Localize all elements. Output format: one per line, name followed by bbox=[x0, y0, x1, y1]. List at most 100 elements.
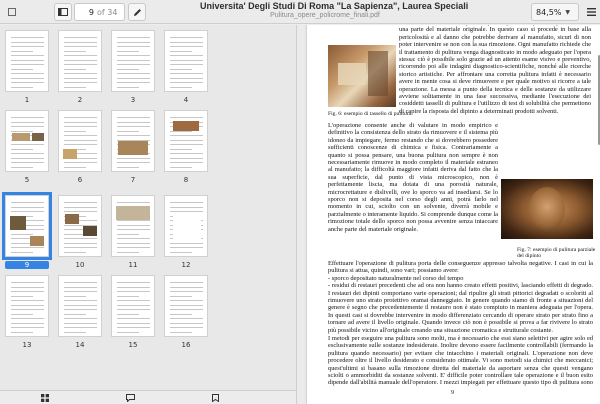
thumbnail-text-line bbox=[117, 309, 150, 310]
thumbnail-image bbox=[30, 236, 44, 246]
thumbnails-button[interactable] bbox=[35, 392, 55, 403]
thumbnail-label-11: 11 bbox=[128, 261, 138, 269]
thumbnail-text-line bbox=[64, 41, 97, 43]
thumbnail-text-line bbox=[170, 247, 203, 248]
page-thumbnail-14[interactable] bbox=[58, 275, 102, 337]
thumbnail-text-line bbox=[11, 313, 33, 315]
sidebar-toggle-button[interactable] bbox=[54, 3, 72, 21]
thumbnail-text-line bbox=[170, 291, 203, 292]
thumbnail-text-line bbox=[64, 295, 86, 297]
menu-button[interactable] bbox=[584, 3, 598, 21]
page-thumbnail-4[interactable] bbox=[164, 30, 208, 92]
thumbnail-text-line bbox=[170, 68, 192, 70]
thumbnail-text-line bbox=[170, 144, 203, 145]
thumbnail-text-line bbox=[117, 130, 139, 132]
thumbnail-text-line bbox=[170, 295, 192, 297]
thumbnail-text-line bbox=[117, 117, 150, 118]
thumbnail-text-line bbox=[117, 46, 150, 47]
annotate-button[interactable] bbox=[128, 3, 146, 21]
page-thumbnail-1[interactable] bbox=[5, 30, 49, 92]
cleaned-patch bbox=[338, 63, 366, 85]
thumbnail-text-line bbox=[170, 82, 203, 83]
thumbnail-text-line bbox=[11, 157, 44, 159]
header-bar: 9 of 34 Universita' Degli Studi Di Roma … bbox=[0, 0, 600, 24]
bookmarks-button[interactable] bbox=[205, 392, 225, 403]
thumbnail-text-line bbox=[117, 59, 150, 61]
thumbnail-label-12: 12 bbox=[181, 261, 191, 269]
thumbnail-label-3: 3 bbox=[130, 96, 136, 104]
menu-icon bbox=[586, 8, 596, 16]
page-thumbnail-15[interactable] bbox=[111, 275, 155, 337]
current-page-value[interactable]: 9 bbox=[75, 8, 97, 17]
zoom-value: 84,5% bbox=[536, 7, 562, 17]
thumbnail-text-line bbox=[117, 64, 150, 65]
thumbnail-text-line bbox=[64, 331, 86, 333]
thumbnail-text-line bbox=[117, 166, 139, 168]
cleaning-test-photo bbox=[328, 45, 396, 107]
thumbnail-text-line bbox=[64, 322, 97, 324]
thumbnail-text-line bbox=[117, 41, 150, 43]
sidebar-bottom-bar bbox=[0, 390, 296, 404]
thumbnail-text-line bbox=[117, 331, 139, 333]
thumbnail-text-line bbox=[170, 242, 203, 244]
thumbnail-text-line bbox=[170, 202, 203, 203]
thumbnail-text-line bbox=[170, 73, 203, 74]
thumbnail-image bbox=[12, 133, 30, 141]
page-thumbnail-2[interactable] bbox=[58, 30, 102, 92]
thumbnail-text-line bbox=[170, 157, 203, 159]
document-view[interactable]: alterazione il discorso è più complesso … bbox=[297, 25, 600, 404]
thumbnail-text-line bbox=[11, 327, 44, 328]
thumbnail-text-line bbox=[170, 318, 203, 319]
body-paragraph-4: I metodi per eseguire una pulitura sono … bbox=[328, 335, 593, 387]
thumbnail-text-line bbox=[64, 291, 97, 292]
thumbnail-text-line bbox=[117, 300, 150, 301]
thumbnail-text-line bbox=[64, 313, 86, 315]
thumbnail-text-line bbox=[170, 331, 192, 333]
page-thumbnail-7[interactable] bbox=[111, 110, 155, 172]
zoom-dropdown[interactable]: 84,5% ▼ bbox=[531, 3, 579, 21]
sidebar-toggle-icon bbox=[58, 8, 68, 16]
thumbnail-text-line bbox=[117, 291, 150, 292]
thumbnail-text-line bbox=[117, 162, 150, 163]
annotations-button[interactable] bbox=[120, 392, 140, 403]
thumbnail-text-line bbox=[117, 304, 150, 306]
thumbnail-text-line bbox=[11, 233, 33, 235]
thumbnail-text-line bbox=[11, 73, 44, 74]
thumbnail-text-line bbox=[170, 46, 203, 47]
thumbnail-text-line bbox=[170, 50, 192, 52]
page-thumbnail-9[interactable] bbox=[2, 192, 52, 260]
page-thumbnail-12[interactable] bbox=[164, 195, 208, 257]
thumbnail-text-line bbox=[117, 327, 150, 328]
thumbnail-text-line bbox=[11, 126, 44, 127]
thumbnail-text-line bbox=[117, 238, 150, 239]
page-thumbnail-3[interactable] bbox=[111, 30, 155, 92]
page-thumbnail-16[interactable] bbox=[164, 275, 208, 337]
drag-handle[interactable] bbox=[5, 3, 19, 21]
thumbnail-text-line bbox=[64, 318, 97, 319]
thumbnail-text-line bbox=[170, 153, 203, 154]
window-icon bbox=[8, 8, 16, 16]
thumbnail-text-line bbox=[170, 86, 192, 88]
page-thumbnail-6[interactable] bbox=[58, 110, 102, 172]
page-thumbnail-5[interactable] bbox=[5, 110, 49, 172]
page-number-entry[interactable]: 9 of 34 bbox=[74, 3, 125, 21]
page-thumbnail-11[interactable] bbox=[111, 195, 155, 257]
thumbnail-text-line bbox=[170, 162, 203, 163]
thumbnail-text-line bbox=[64, 82, 97, 83]
thumbnail-image bbox=[116, 206, 150, 220]
thumbnail-text-line bbox=[64, 37, 97, 38]
thumbnail-text-line bbox=[64, 126, 97, 127]
thumbnail-text-line bbox=[117, 135, 150, 136]
thumbnail-text-line bbox=[64, 309, 97, 310]
thumbnail-text-line bbox=[11, 331, 33, 333]
page-thumbnail-10[interactable] bbox=[58, 195, 102, 257]
thumbnail-label-6: 6 bbox=[77, 176, 83, 184]
thumbnail-text-line bbox=[64, 251, 86, 253]
thumbnail-text-line bbox=[170, 327, 203, 328]
thumbnail-text-line bbox=[64, 162, 97, 163]
thumbnail-text-line bbox=[11, 318, 44, 319]
thumbnail-text-line bbox=[117, 126, 150, 127]
thumbnail-text-line bbox=[117, 77, 150, 79]
page-thumbnail-13[interactable] bbox=[5, 275, 49, 337]
page-thumbnail-8[interactable] bbox=[164, 110, 208, 172]
